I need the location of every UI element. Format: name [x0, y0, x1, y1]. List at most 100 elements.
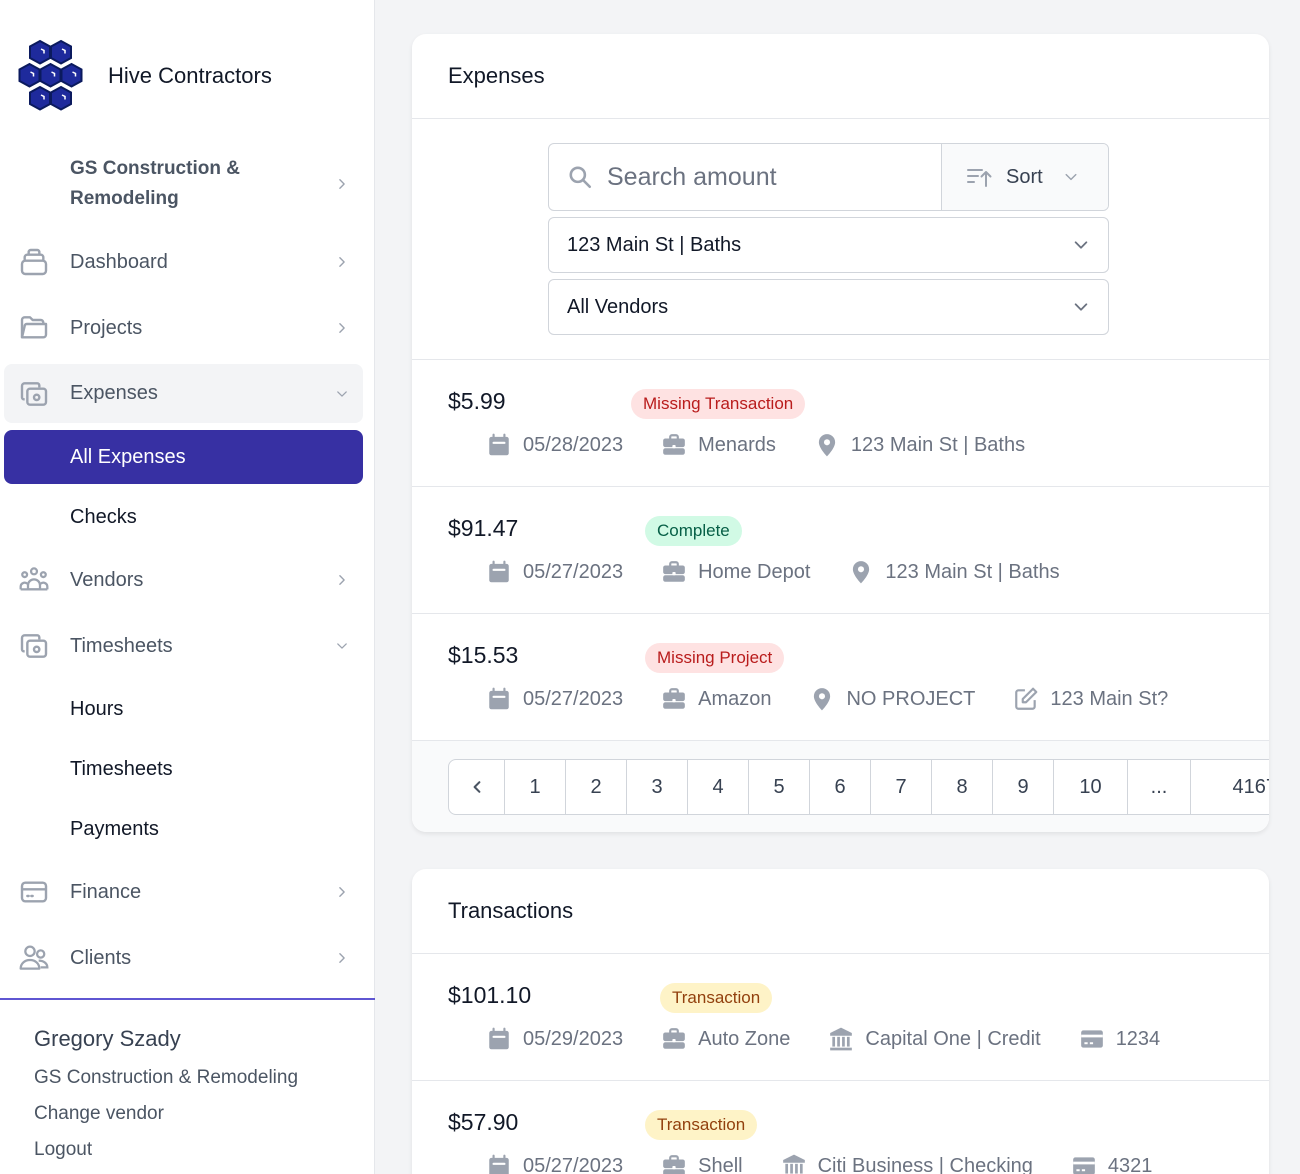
- sidebar-divider: [0, 998, 375, 1000]
- expenses-card: Expenses Sort 123 Main St | Baths All Ve…: [412, 34, 1269, 832]
- sidebar-item-projects[interactable]: Projects: [4, 302, 363, 354]
- sidebar-item-timesheets-sub[interactable]: Timesheets: [4, 742, 363, 796]
- pagination-page[interactable]: 3: [626, 760, 687, 814]
- chevron-down-icon: [1072, 298, 1090, 316]
- sidebar-item-vendors[interactable]: Vendors: [4, 554, 363, 606]
- chevron-down-icon: [1072, 236, 1090, 254]
- calendar-icon: [486, 559, 512, 585]
- expense-date: 05/27/2023: [523, 560, 624, 583]
- pagination-page[interactable]: 7: [870, 760, 931, 814]
- expense-date: 05/27/2023: [523, 687, 624, 710]
- pagination-page[interactable]: 4: [687, 760, 748, 814]
- sort-button[interactable]: Sort: [941, 144, 1108, 210]
- pagination-prev[interactable]: [449, 760, 504, 814]
- transaction-account: Capital One | Credit: [865, 1027, 1041, 1050]
- org-switcher[interactable]: GS Construction & Remodeling: [4, 152, 363, 216]
- pagination-page[interactable]: 1: [504, 760, 565, 814]
- pagination-page[interactable]: 9: [992, 760, 1053, 814]
- user-name: Gregory Szady: [34, 1026, 181, 1051]
- user-group-icon: [17, 563, 51, 597]
- calendar-icon: [486, 432, 512, 458]
- sidebar-item-label: Clients: [70, 946, 132, 969]
- sidebar-item-checks[interactable]: Checks: [4, 490, 363, 544]
- calendar-icon: [486, 1153, 512, 1174]
- sidebar: Hive Contractors GS Construction & Remod…: [0, 0, 375, 1174]
- expense-project: NO PROJECT: [846, 687, 976, 710]
- change-vendor-link[interactable]: Change vendor: [34, 1096, 298, 1132]
- search-input[interactable]: [607, 162, 907, 192]
- status-badge: Transaction: [645, 1110, 758, 1140]
- expense-vendor: Menards: [698, 433, 776, 456]
- transaction-date: 05/29/2023: [523, 1027, 624, 1050]
- status-badge: Missing Project: [645, 643, 785, 673]
- sidebar-item-payments[interactable]: Payments: [4, 802, 363, 856]
- users-icon: [17, 941, 51, 975]
- expense-project: 123 Main St | Baths: [885, 560, 1060, 583]
- search-group: Sort: [548, 143, 1109, 211]
- expense-row[interactable]: $91.47 Complete 05/27/2023 Home Depot 12…: [412, 487, 1269, 614]
- expense-meta: 05/28/2023 Menards 123 Main St | Baths: [486, 432, 1063, 458]
- transaction-amount: $101.10: [448, 982, 532, 1008]
- project-select[interactable]: 123 Main St | Baths: [548, 217, 1109, 273]
- chevron-right-icon: [335, 573, 349, 587]
- sidebar-item-label: Finance: [70, 880, 142, 903]
- pagination-area: 1 2 3 4 5 6 7 8 9 10 ... 4167: [412, 741, 1269, 832]
- vendor-select[interactable]: All Vendors: [548, 279, 1109, 335]
- expense-project: 123 Main St | Baths: [850, 433, 1026, 456]
- briefcase-icon: [661, 1026, 687, 1052]
- project-select-value: 123 Main St | Baths: [567, 233, 742, 256]
- expense-row[interactable]: $15.53 Missing Project 05/27/2023 Amazon…: [412, 614, 1269, 741]
- credit-card-icon: [17, 875, 51, 909]
- transaction-account: Citi Business | Checking: [817, 1154, 1033, 1174]
- transaction-row[interactable]: $101.10 Transaction 05/29/2023 Auto Zone…: [412, 954, 1269, 1081]
- chevron-down-icon: [335, 639, 349, 653]
- chevron-right-icon: [335, 177, 349, 191]
- bank-icon: [828, 1026, 854, 1052]
- transactions-card: Transactions $101.10 Transaction 05/29/2…: [412, 869, 1269, 1174]
- pagination-page[interactable]: 10: [1053, 760, 1127, 814]
- sidebar-item-dashboard[interactable]: Dashboard: [4, 236, 363, 288]
- expenses-title: Expenses: [412, 34, 1269, 119]
- sidebar-item-expenses[interactable]: Expenses: [4, 364, 363, 423]
- sort-ascending-icon: [966, 165, 994, 189]
- expense-note: 123 Main St?: [1050, 687, 1169, 710]
- sidebar-item-hours[interactable]: Hours: [4, 682, 363, 736]
- location-pin-icon: [848, 559, 874, 585]
- sidebar-item-finance[interactable]: Finance: [4, 866, 363, 918]
- pagination-last-page[interactable]: 4167: [1190, 760, 1269, 814]
- transaction-date: 05/27/2023: [523, 1154, 624, 1174]
- sidebar-item-clients[interactable]: Clients: [4, 932, 363, 984]
- sidebar-item-timesheets[interactable]: Timesheets: [4, 620, 363, 672]
- expenses-filters: Sort 123 Main St | Baths All Vendors: [412, 119, 1269, 360]
- briefcase-icon: [661, 1153, 687, 1174]
- transaction-card: 4321: [1107, 1154, 1153, 1174]
- expense-meta: 05/27/2023 Amazon NO PROJECT 123 Main St…: [486, 686, 1206, 712]
- pagination-page[interactable]: 5: [748, 760, 809, 814]
- transaction-vendor: Shell: [698, 1154, 743, 1174]
- transaction-vendor: Auto Zone: [698, 1027, 791, 1050]
- briefcase-icon: [661, 559, 687, 585]
- sort-label: Sort: [1006, 165, 1043, 188]
- chevron-down-icon: [335, 387, 349, 401]
- pagination-page[interactable]: 2: [565, 760, 626, 814]
- briefcase-icon: [661, 432, 687, 458]
- pagination-page[interactable]: 6: [809, 760, 870, 814]
- expense-vendor: Home Depot: [698, 560, 811, 583]
- chevron-right-icon: [335, 885, 349, 899]
- folder-icon: [17, 311, 51, 345]
- expense-amount: $15.53: [448, 642, 519, 668]
- status-badge: Missing Transaction: [631, 389, 806, 419]
- sidebar-item-all-expenses[interactable]: All Expenses: [4, 430, 363, 484]
- transaction-row[interactable]: $57.90 Transaction 05/27/2023 Shell Citi…: [412, 1081, 1269, 1174]
- transaction-meta: 05/29/2023 Auto Zone Capital One | Credi…: [486, 1026, 1198, 1052]
- logout-link[interactable]: Logout: [34, 1132, 298, 1168]
- pagination-page[interactable]: 8: [931, 760, 992, 814]
- expense-row[interactable]: $5.99 Missing Transaction 05/28/2023 Men…: [412, 360, 1269, 487]
- expense-amount: $5.99: [448, 388, 506, 414]
- pagination-ellipsis: ...: [1127, 760, 1190, 814]
- brand[interactable]: Hive Contractors: [14, 38, 272, 114]
- search-field[interactable]: [549, 144, 941, 210]
- status-badge: Complete: [645, 516, 742, 546]
- org-name: GS Construction & Remodeling: [70, 158, 240, 209]
- credit-card-icon: [1071, 1153, 1097, 1174]
